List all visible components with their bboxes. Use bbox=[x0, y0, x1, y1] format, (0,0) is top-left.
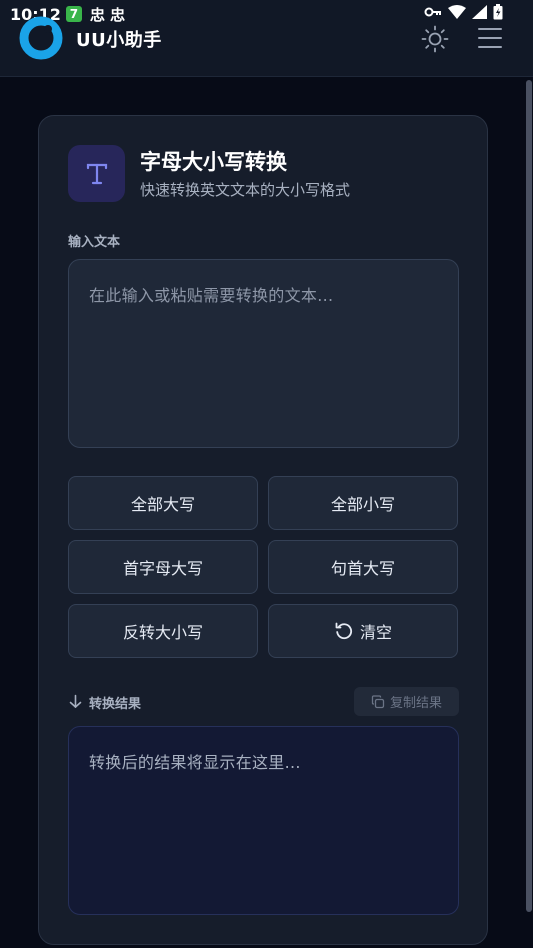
result-label: 转换结果 bbox=[89, 697, 142, 712]
app-header: 10:12 7 忠 忠 UU小助手 bbox=[0, 0, 533, 77]
capitalize-words-button[interactable]: 首字母大写 bbox=[68, 540, 258, 594]
arrow-down-icon bbox=[69, 694, 82, 709]
reset-icon bbox=[334, 621, 354, 641]
notification-icons: 忠 忠 bbox=[89, 5, 126, 24]
app-logo-icon bbox=[19, 16, 63, 60]
input-label: 输入文本 bbox=[68, 235, 121, 250]
status-icons bbox=[424, 4, 503, 20]
page: 10:12 7 忠 忠 UU小助手 字母大小写转换 快速转换英文文本的大小写格式… bbox=[0, 0, 533, 948]
tool-subtitle: 快速转换英文文本的大小写格式 bbox=[140, 181, 351, 199]
notification-badge: 7 bbox=[65, 6, 82, 22]
copy-result-label: 复制结果 bbox=[389, 696, 442, 711]
uppercase-button[interactable]: 全部大写 bbox=[68, 476, 258, 530]
lowercase-button[interactable]: 全部小写 bbox=[268, 476, 458, 530]
copy-result-button[interactable]: 复制结果 bbox=[354, 687, 459, 716]
scrollbar-thumb[interactable] bbox=[526, 80, 532, 912]
text-input[interactable]: 在此输入或粘贴需要转换的文本... bbox=[68, 259, 459, 448]
battery-icon bbox=[493, 4, 503, 20]
result-output: 转换后的结果将显示在这里... bbox=[68, 726, 459, 915]
key-icon bbox=[424, 7, 441, 17]
toggle-case-button[interactable]: 反转大小写 bbox=[68, 604, 258, 658]
copy-icon bbox=[371, 694, 385, 709]
case-converter-card: 字母大小写转换 快速转换英文文本的大小写格式 输入文本 在此输入或粘贴需要转换的… bbox=[38, 115, 488, 945]
text-T-icon bbox=[86, 163, 107, 184]
menu-hamburger-icon[interactable] bbox=[476, 24, 504, 52]
theme-toggle-sun-icon[interactable] bbox=[420, 24, 450, 54]
status-bar: 10:12 7 忠 忠 bbox=[0, 0, 533, 28]
clear-button[interactable]: 清空 bbox=[268, 604, 458, 658]
clear-button-label: 清空 bbox=[359, 623, 392, 642]
app-title: UU小助手 bbox=[76, 30, 162, 51]
signal-icon bbox=[472, 5, 487, 19]
wifi-icon bbox=[448, 5, 466, 19]
tool-icon-container bbox=[68, 145, 125, 202]
sentence-case-button[interactable]: 句首大写 bbox=[268, 540, 458, 594]
tool-title: 字母大小写转换 bbox=[140, 150, 287, 174]
